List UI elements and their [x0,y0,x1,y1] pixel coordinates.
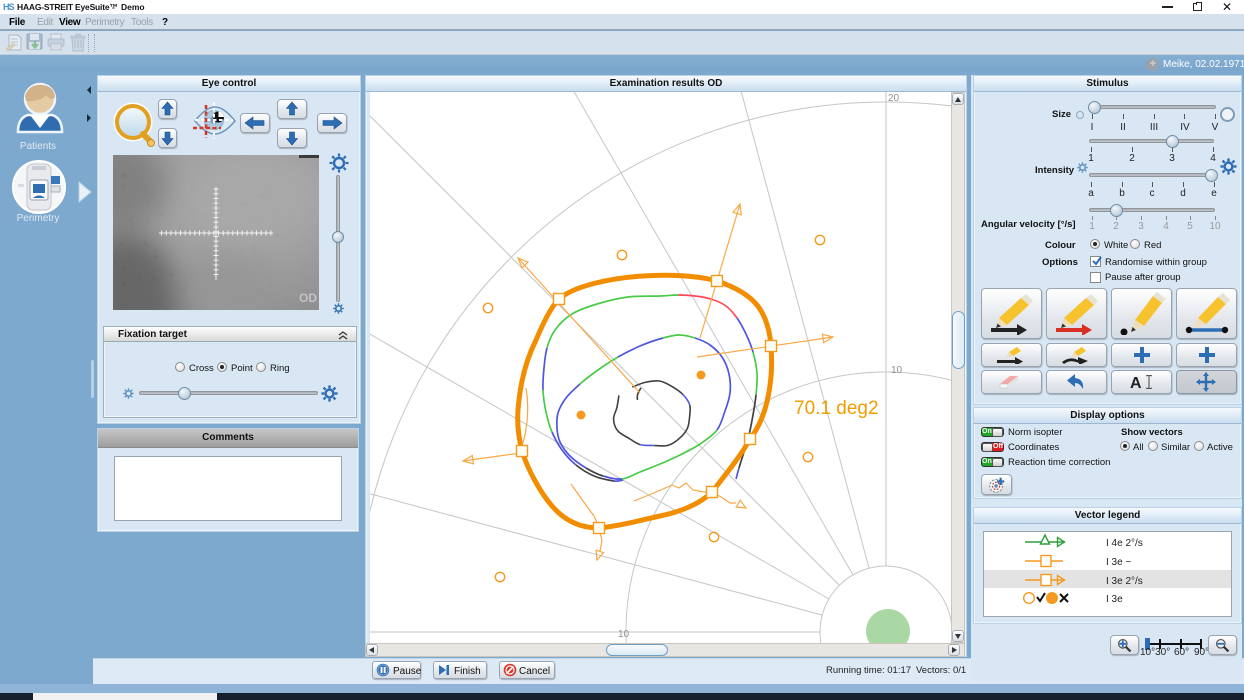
svg-text:I 3e ~: I 3e ~ [1106,557,1131,568]
svg-text:20: 20 [888,93,900,104]
svg-text:I 4e 2°/s: I 4e 2°/s [1106,538,1143,549]
svg-text:A: A [1130,375,1142,391]
svg-text:I 3e 2°/s: I 3e 2°/s [1106,576,1143,587]
svg-text:70.1 deg2: 70.1 deg2 [794,398,879,419]
svg-text:OD: OD [299,291,317,305]
svg-text:10: 10 [618,629,630,640]
svg-text:I 3e: I 3e [1106,594,1123,605]
svg-text:10: 10 [891,365,903,376]
